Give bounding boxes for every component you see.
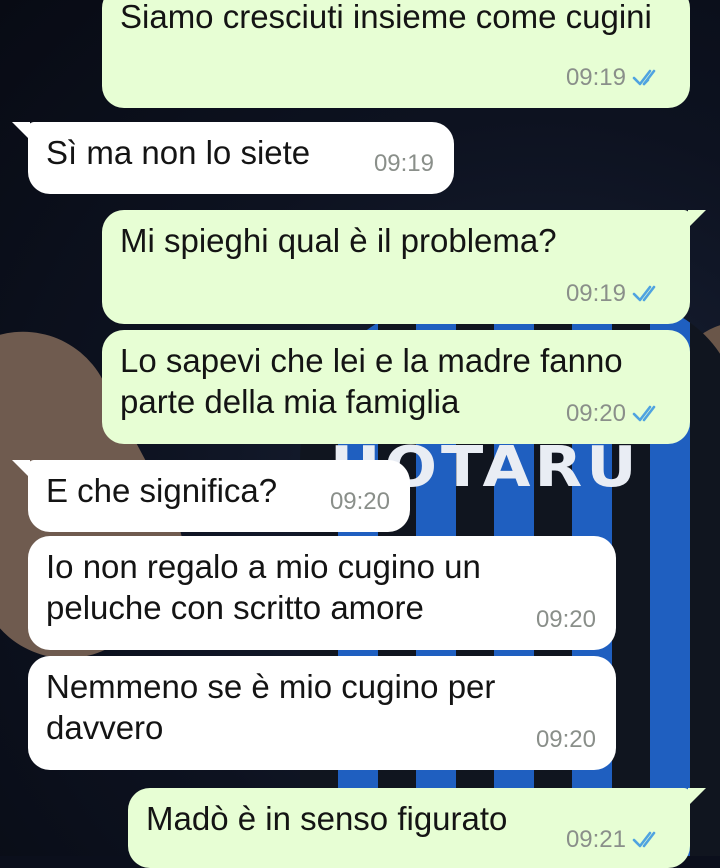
message-bubble-incoming[interactable]: E che significa? 09:20: [12, 460, 410, 532]
message-text: Nemmeno se è mio cugino per davvero: [46, 668, 496, 746]
bubble-tail: [12, 122, 30, 140]
message-time: 09:20: [565, 400, 626, 427]
message-time: 09:19: [565, 280, 626, 307]
message-text: Siamo cresciuti insieme come cugini: [120, 0, 652, 35]
message-bubble-incoming[interactable]: Nemmeno se è mio cugino per davvero 09:2…: [28, 656, 616, 770]
message-bubble-outgoing[interactable]: Mi spieghi qual è il problema? 09:19: [102, 210, 706, 324]
message-meta: 09:20: [536, 599, 596, 640]
message-bubble-outgoing[interactable]: Lo sapevi che lei e la madre fanno parte…: [102, 330, 690, 444]
double-check-icon: [632, 828, 666, 850]
bubble-tail: [688, 788, 706, 806]
message-time: 09:20: [535, 726, 596, 753]
message-text: Mi spieghi qual è il problema?: [120, 222, 557, 259]
double-check-icon: [632, 282, 666, 304]
message-time: 09:20: [535, 606, 596, 633]
double-check-icon: [632, 402, 666, 424]
message-meta: 09:20: [536, 719, 596, 760]
message-meta: 09:20: [330, 481, 390, 522]
message-meta: 09:21: [566, 819, 666, 860]
message-meta: 09:19: [566, 273, 666, 314]
message-time: 09:19: [373, 150, 434, 177]
bubble-tail: [12, 460, 30, 478]
message-bubble-incoming[interactable]: Sì ma non lo siete 09:19: [12, 122, 454, 194]
message-bubble-incoming[interactable]: Io non regalo a mio cugino un peluche co…: [28, 536, 616, 650]
message-bubble-outgoing[interactable]: Siamo cresciuti insieme come cugini 09:1…: [102, 0, 690, 108]
bubble-tail: [688, 210, 706, 228]
message-meta: 09:19: [374, 143, 434, 184]
message-meta: 09:19: [566, 57, 666, 98]
message-time: 09:19: [565, 64, 626, 91]
double-check-icon: [632, 66, 666, 88]
message-meta: 09:20: [566, 393, 666, 434]
message-text: Io non regalo a mio cugino un peluche co…: [46, 548, 481, 626]
message-time: 09:20: [329, 488, 390, 515]
message-time: 09:21: [565, 826, 626, 853]
message-bubble-outgoing[interactable]: Madò è in senso figurato 09:21: [128, 788, 706, 868]
